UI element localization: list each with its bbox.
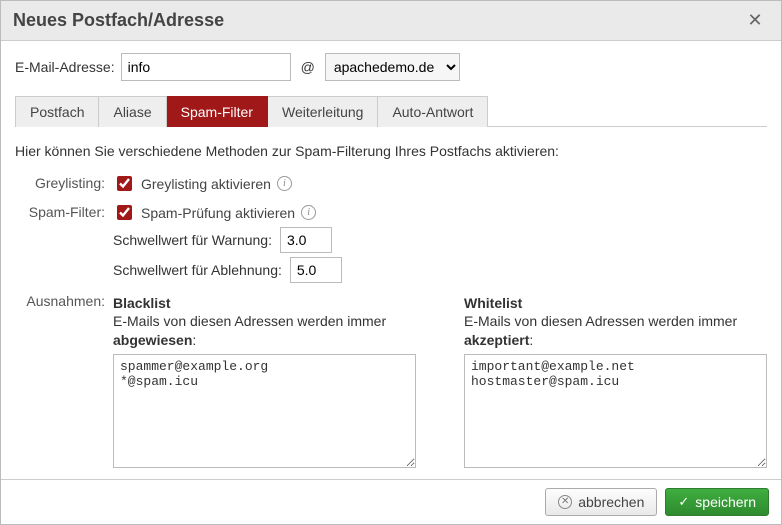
blacklist-title: Blacklist bbox=[113, 295, 416, 311]
at-sign: @ bbox=[297, 59, 319, 75]
tab-postfach[interactable]: Postfach bbox=[15, 96, 99, 127]
blacklist-column: Blacklist E-Mails von diesen Adressen we… bbox=[113, 295, 416, 468]
blacklist-desc: E-Mails von diesen Adressen werden immer… bbox=[113, 312, 416, 350]
greylisting-checkbox[interactable] bbox=[117, 176, 132, 191]
whitelist-title: Whitelist bbox=[464, 295, 767, 311]
reject-threshold-row: Schwellwert für Ablehnung: bbox=[113, 257, 767, 283]
reject-threshold-label: Schwellwert für Ablehnung: bbox=[113, 262, 282, 278]
dialog-content: E-Mail-Adresse: @ apachedemo.de Postfach… bbox=[1, 41, 781, 479]
cancel-icon: ✕ bbox=[558, 495, 572, 509]
settings-grid: Greylisting: Greylisting aktivieren i Sp… bbox=[15, 173, 767, 468]
cancel-button[interactable]: ✕ abbrechen bbox=[545, 488, 657, 516]
spamfilter-label: Spam-Filter: bbox=[15, 202, 105, 220]
tab-auto-antwort[interactable]: Auto-Antwort bbox=[378, 96, 488, 127]
spamcheck-checkbox-label: Spam-Prüfung aktivieren bbox=[141, 205, 295, 221]
blacklist-textarea[interactable] bbox=[113, 354, 416, 468]
blacklist-desc-strong: abgewiesen bbox=[113, 332, 192, 348]
dialog-new-mailbox: Neues Postfach/Adresse ✕ E-Mail-Adresse:… bbox=[0, 0, 782, 525]
warn-threshold-row: Schwellwert für Warnung: bbox=[113, 227, 767, 253]
whitelist-desc-strong: akzeptiert bbox=[464, 332, 529, 348]
tab-aliase[interactable]: Aliase bbox=[99, 96, 166, 127]
close-icon: ✕ bbox=[747, 10, 762, 31]
greylisting-checkbox-label: Greylisting aktivieren bbox=[141, 176, 271, 192]
info-icon[interactable]: i bbox=[301, 205, 316, 220]
save-button[interactable]: ✓ speichern bbox=[665, 488, 769, 516]
save-button-label: speichern bbox=[695, 494, 756, 510]
dialog-footer: ✕ abbrechen ✓ speichern bbox=[1, 479, 781, 524]
spamcheck-checkbox[interactable] bbox=[117, 205, 132, 220]
exceptions-label: Ausnahmen: bbox=[15, 291, 105, 309]
titlebar: Neues Postfach/Adresse ✕ bbox=[1, 1, 781, 41]
tab-weiterleitung[interactable]: Weiterleitung bbox=[268, 96, 378, 127]
info-icon[interactable]: i bbox=[277, 176, 292, 191]
spamfilter-block: Spam-Prüfung aktivieren i Schwellwert fü… bbox=[113, 202, 767, 283]
cancel-button-label: abbrechen bbox=[578, 494, 644, 510]
email-domain-select[interactable]: apachedemo.de bbox=[325, 53, 460, 81]
whitelist-column: Whitelist E-Mails von diesen Adressen we… bbox=[464, 295, 767, 468]
dialog-title: Neues Postfach/Adresse bbox=[13, 10, 224, 31]
whitelist-desc: E-Mails von diesen Adressen werden immer… bbox=[464, 312, 767, 350]
exceptions-lists: Blacklist E-Mails von diesen Adressen we… bbox=[113, 295, 767, 468]
email-address-row: E-Mail-Adresse: @ apachedemo.de bbox=[15, 53, 767, 81]
whitelist-desc-text: E-Mails von diesen Adressen werden immer bbox=[464, 313, 737, 329]
tab-bar: Postfach Aliase Spam-Filter Weiterleitun… bbox=[15, 95, 767, 127]
email-local-input[interactable] bbox=[121, 53, 291, 81]
warn-threshold-label: Schwellwert für Warnung: bbox=[113, 232, 272, 248]
reject-threshold-input[interactable] bbox=[290, 257, 342, 283]
spamcheck-row: Spam-Prüfung aktivieren i bbox=[113, 202, 767, 223]
tab-spam-filter[interactable]: Spam-Filter bbox=[167, 96, 268, 127]
whitelist-textarea[interactable] bbox=[464, 354, 767, 468]
greylisting-row: Greylisting aktivieren i bbox=[113, 173, 767, 194]
intro-text: Hier können Sie verschiedene Methoden zu… bbox=[15, 143, 767, 159]
greylisting-label: Greylisting: bbox=[15, 173, 105, 191]
email-label: E-Mail-Adresse: bbox=[15, 59, 115, 75]
blacklist-desc-text: E-Mails von diesen Adressen werden immer bbox=[113, 313, 386, 329]
check-icon: ✓ bbox=[678, 494, 689, 510]
close-button[interactable]: ✕ bbox=[741, 7, 769, 35]
warn-threshold-input[interactable] bbox=[280, 227, 332, 253]
